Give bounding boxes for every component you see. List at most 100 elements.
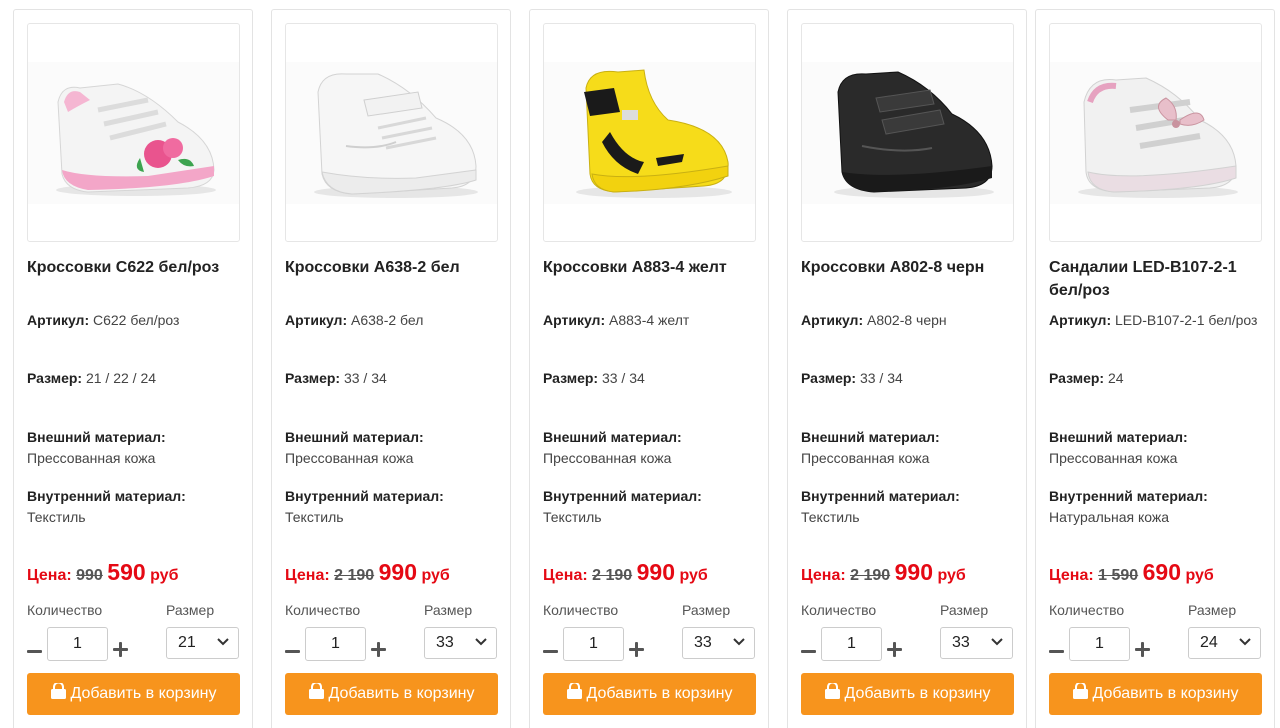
price-label: Цена: xyxy=(543,567,588,584)
product-card: Кроссовки A883-4 желт Артикул: A883-4 же… xyxy=(529,9,769,728)
product-price: Цена: 2 190 990 руб xyxy=(801,558,966,590)
article-value: C622 бел/роз xyxy=(93,312,180,328)
yellow-high-sneaker-image xyxy=(544,62,755,204)
product-card: Сандалии LED-B107-2-1 бел/роз Артикул: L… xyxy=(1035,9,1275,728)
product-image[interactable] xyxy=(801,23,1014,242)
sizes-value: 21 / 22 / 24 xyxy=(85,370,157,386)
outer-material-label: Внешний материал: xyxy=(1049,429,1188,445)
product-image[interactable] xyxy=(285,23,498,242)
currency-label: руб xyxy=(679,567,708,584)
outer-material-value: Прессованная кожа xyxy=(27,450,156,466)
new-price: 990 xyxy=(636,559,675,585)
quantity-input[interactable]: 1 xyxy=(821,627,882,661)
add-to-cart-button[interactable]: Добавить в корзину xyxy=(285,673,498,715)
currency-label: руб xyxy=(1185,567,1214,584)
price-label: Цена: xyxy=(285,567,330,584)
size-select[interactable]: 33 xyxy=(940,627,1013,659)
product-article: Артикул: A802-8 черн xyxy=(801,310,1019,331)
shopping-bag-icon xyxy=(1073,683,1089,699)
size-label: Размер: xyxy=(543,370,599,386)
minus-icon[interactable] xyxy=(801,638,816,666)
size-select[interactable]: 33 xyxy=(424,627,497,659)
chevron-down-icon xyxy=(1239,638,1251,646)
size-select[interactable]: 24 xyxy=(1188,627,1261,659)
product-image[interactable] xyxy=(27,23,240,242)
size-select[interactable]: 21 xyxy=(166,627,239,659)
size-select-label: Размер xyxy=(424,602,473,618)
quantity-label: Количество xyxy=(285,602,361,618)
size-label: Размер: xyxy=(1049,370,1105,386)
article-value: A802-8 черн xyxy=(867,312,947,328)
product-inner-material: Внутренний материал: Текстиль xyxy=(27,486,245,528)
old-price: 2 190 xyxy=(592,567,633,584)
product-image[interactable] xyxy=(543,23,756,242)
price-label: Цена: xyxy=(1049,567,1094,584)
quantity-input[interactable]: 1 xyxy=(1069,627,1130,661)
size-select-value: 21 xyxy=(178,634,196,651)
size-label: Размер: xyxy=(285,370,341,386)
add-to-cart-label: Добавить в корзину xyxy=(586,685,733,702)
inner-material-value: Натуральная кожа xyxy=(1049,509,1170,525)
add-to-cart-button[interactable]: Добавить в корзину xyxy=(801,673,1014,715)
minus-icon[interactable] xyxy=(543,638,558,666)
outer-material-value: Прессованная кожа xyxy=(1049,450,1178,466)
product-outer-material: Внешний материал: Прессованная кожа xyxy=(1049,427,1267,469)
quantity-label: Количество xyxy=(801,602,877,618)
sizes-value: 33 / 34 xyxy=(343,370,387,386)
product-sizes: Размер: 21 / 22 / 24 xyxy=(27,368,245,389)
product-title[interactable]: Кроссовки A883-4 желт xyxy=(543,256,763,279)
add-to-cart-label: Добавить в корзину xyxy=(844,685,991,702)
plus-icon[interactable] xyxy=(629,636,644,664)
product-title[interactable]: Кроссовки A802-8 черн xyxy=(801,256,1021,279)
article-label: Артикул: xyxy=(285,312,348,328)
inner-material-value: Текстиль xyxy=(801,509,860,525)
quantity-label: Количество xyxy=(27,602,103,618)
quantity-input[interactable]: 1 xyxy=(305,627,366,661)
plus-icon[interactable] xyxy=(887,636,902,664)
plus-icon[interactable] xyxy=(1135,636,1150,664)
inner-material-label: Внутренний материал: xyxy=(27,488,186,504)
minus-icon[interactable] xyxy=(27,638,42,666)
product-price: Цена: 1 590 690 руб xyxy=(1049,558,1214,590)
old-price: 2 190 xyxy=(850,567,891,584)
product-outer-material: Внешний материал: Прессованная кожа xyxy=(285,427,503,469)
product-sizes: Размер: 33 / 34 xyxy=(543,368,761,389)
product-card: Кроссовки A802-8 черн Артикул: A802-8 че… xyxy=(787,9,1027,728)
add-to-cart-button[interactable]: Добавить в корзину xyxy=(543,673,756,715)
product-title[interactable]: Кроссовки C622 бел/роз xyxy=(27,256,247,279)
size-select[interactable]: 33 xyxy=(682,627,755,659)
product-sizes: Размер: 33 / 34 xyxy=(801,368,1019,389)
product-image[interactable] xyxy=(1049,23,1262,242)
black-sneaker-image xyxy=(802,62,1013,204)
product-title[interactable]: Кроссовки A638-2 бел xyxy=(285,256,505,279)
outer-material-label: Внешний материал: xyxy=(543,429,682,445)
add-to-cart-button[interactable]: Добавить в корзину xyxy=(27,673,240,715)
product-article: Артикул: C622 бел/роз xyxy=(27,310,245,331)
sizes-value: 33 / 34 xyxy=(601,370,645,386)
plus-icon[interactable] xyxy=(113,636,128,664)
product-grid: Кроссовки C622 бел/роз Артикул: C622 бел… xyxy=(3,9,1279,728)
product-title[interactable]: Сандалии LED-B107-2-1 бел/роз xyxy=(1049,256,1269,302)
white-pink-sandal-image xyxy=(1050,62,1261,204)
size-label: Размер: xyxy=(801,370,857,386)
inner-material-label: Внутренний материал: xyxy=(1049,488,1208,504)
currency-label: руб xyxy=(937,567,966,584)
inner-material-label: Внутренний материал: xyxy=(801,488,960,504)
size-select-label: Размер xyxy=(1188,602,1237,618)
currency-label: руб xyxy=(421,567,450,584)
plus-icon[interactable] xyxy=(371,636,386,664)
add-to-cart-label: Добавить в корзину xyxy=(70,685,217,702)
article-value: A883-4 желт xyxy=(609,312,690,328)
minus-icon[interactable] xyxy=(1049,638,1064,666)
size-label: Размер: xyxy=(27,370,83,386)
add-to-cart-button[interactable]: Добавить в корзину xyxy=(1049,673,1262,715)
minus-icon[interactable] xyxy=(285,638,300,666)
quantity-input[interactable]: 1 xyxy=(563,627,624,661)
new-price: 990 xyxy=(894,559,933,585)
sizes-value: 24 xyxy=(1107,370,1124,386)
quantity-input[interactable]: 1 xyxy=(47,627,108,661)
inner-material-label: Внутренний материал: xyxy=(285,488,444,504)
add-to-cart-label: Добавить в корзину xyxy=(1092,685,1239,702)
currency-label: руб xyxy=(150,567,179,584)
product-outer-material: Внешний материал: Прессованная кожа xyxy=(27,427,245,469)
